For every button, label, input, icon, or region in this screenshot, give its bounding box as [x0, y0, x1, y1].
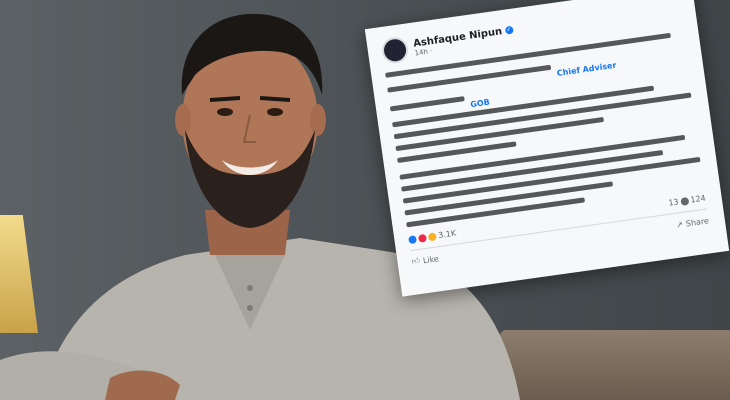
shares-count: 13 — [667, 197, 680, 208]
share-label: Share — [685, 215, 710, 228]
reactions-count: 3.1K — [437, 228, 457, 241]
verified-badge-icon: ✓ — [504, 25, 514, 35]
like-button[interactable]: 👍︎ Like — [411, 253, 439, 267]
facebook-post-screenshot: Ashfaque Nipun ✓ 14h · Chief Adviser GOB — [364, 0, 730, 297]
photo-background: Ashfaque Nipun ✓ 14h · Chief Adviser GOB — [0, 0, 730, 400]
highlight-gob: GOB — [469, 97, 491, 110]
author-avatar — [380, 35, 410, 65]
comment-icon — [680, 196, 690, 206]
like-label: Like — [422, 253, 440, 265]
like-reaction-icon — [407, 234, 418, 244]
share-icon: ↗ — [675, 219, 684, 230]
share-button[interactable]: ↗ Share — [676, 215, 710, 229]
love-reaction-icon — [417, 233, 427, 243]
care-reaction-icon — [427, 231, 437, 241]
comments-count: 124 — [689, 193, 707, 205]
thumbs-up-icon: 👍︎ — [410, 255, 421, 266]
highlight-chief-adviser: Chief Adviser — [556, 60, 617, 78]
